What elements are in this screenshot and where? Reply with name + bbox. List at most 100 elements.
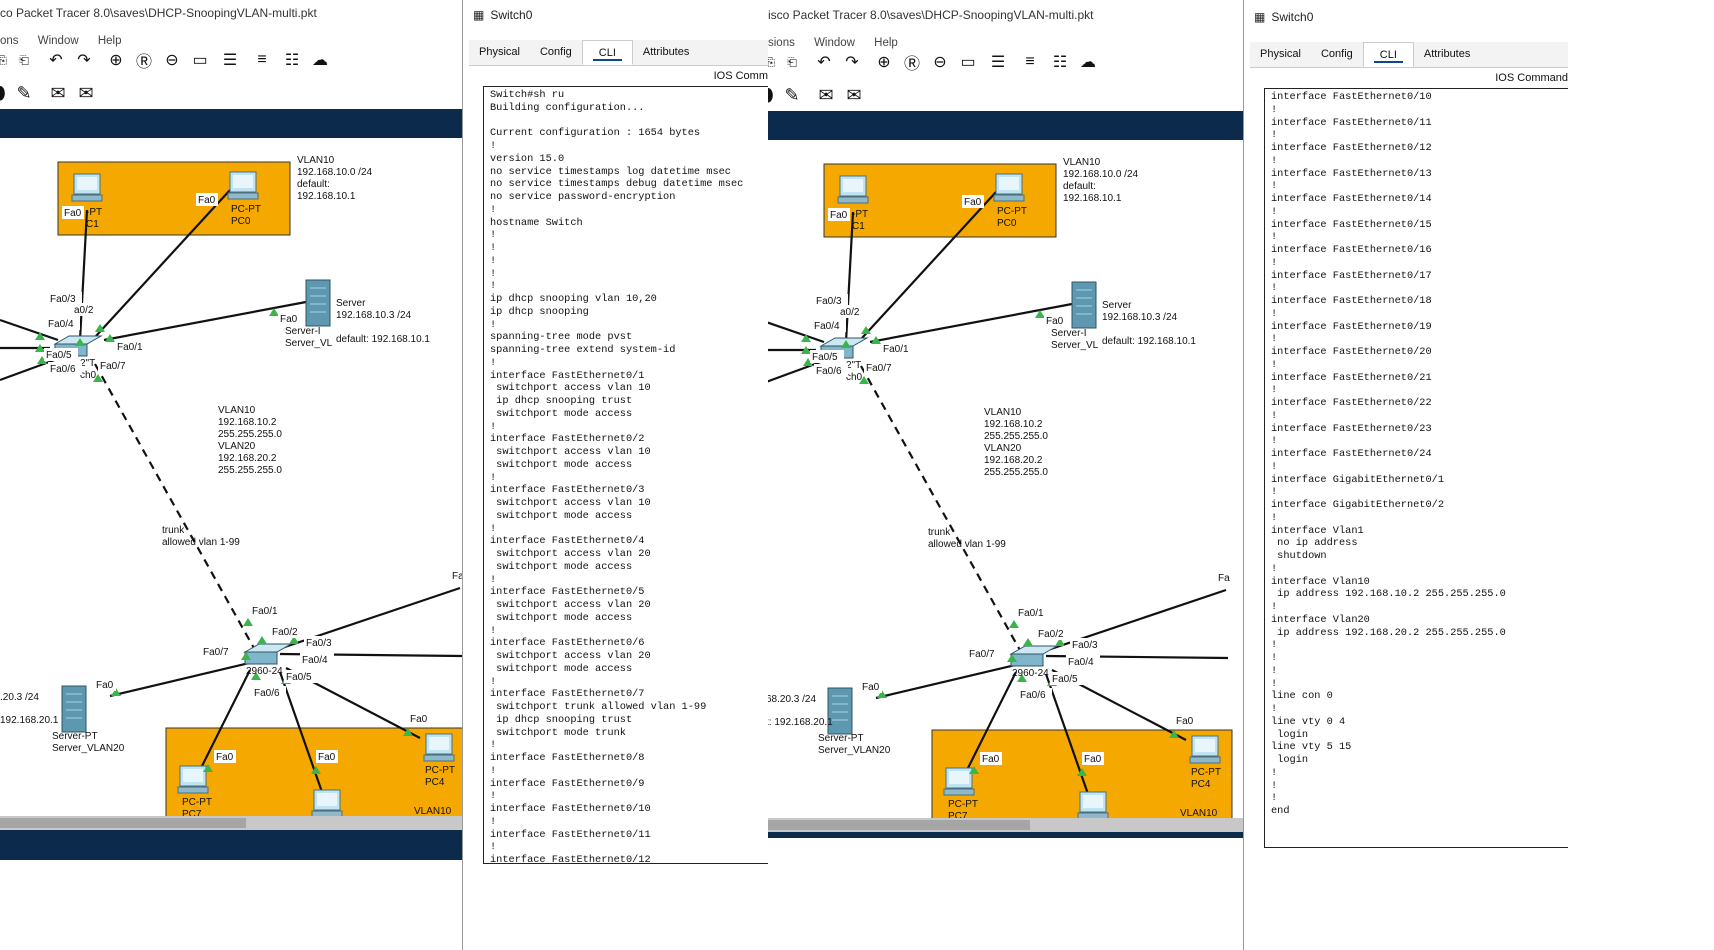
port-label-sw1-fa0-6: Fa0/6 xyxy=(254,688,280,699)
server-vlan20-ip-label: 68.20.3 /24 xyxy=(768,694,816,705)
port-label-server: Fa0 xyxy=(280,314,298,325)
port-label-a0-2: a0/2 xyxy=(74,305,94,316)
server-vlan10-device xyxy=(305,279,331,327)
port-label-pc0: Fa0 xyxy=(198,195,216,206)
cloud-icon[interactable]: ☁ xyxy=(1076,51,1100,73)
port-label-sw1-fa0-7: Fa0/7 xyxy=(969,649,995,660)
zoom-out-icon[interactable]: ⊖ xyxy=(928,51,952,73)
trunk-label: trunk allowed vlan 1-99 xyxy=(162,525,240,548)
undo-icon[interactable]: ↶ xyxy=(44,49,68,71)
menu-extensions[interactable]: sions xyxy=(768,37,795,49)
envelope-icon[interactable]: ✉ xyxy=(46,82,70,104)
zoom-out-icon[interactable]: ⊖ xyxy=(160,49,184,71)
port-label-a0-2: a0/2 xyxy=(840,307,860,318)
port-label-sw1-fa0-6: Fa0/6 xyxy=(1020,690,1046,701)
link-server-switch0 xyxy=(869,302,1073,344)
tab-physical[interactable]: Physical xyxy=(469,40,530,65)
pc1-device-screen xyxy=(843,179,863,192)
zoom-reset-icon[interactable]: Ⓡ xyxy=(132,49,156,71)
tab-attributes[interactable]: Attributes xyxy=(1414,42,1480,67)
paste-icon[interactable]: ⎗ xyxy=(12,49,36,71)
switch1-device xyxy=(1010,653,1044,667)
pc1-device-keyboard xyxy=(71,194,103,202)
port-label-offscreen: Fa xyxy=(452,571,462,582)
port-label-fa0-7: Fa0/7 xyxy=(100,361,126,372)
horizontal-scrollbar[interactable] xyxy=(768,818,1243,832)
cloud-icon[interactable]: ☁ xyxy=(308,49,332,71)
logical-workspace[interactable]: VLAN10 192.168.10.0 /24 default: 192.168.10… xyxy=(0,138,462,816)
menu-extensions[interactable]: ons xyxy=(0,35,19,47)
cli-window-title: ▦ Switch0 xyxy=(1254,10,1314,24)
menu-window[interactable]: Window xyxy=(814,37,855,49)
pt-menubar: ons Window Help xyxy=(0,35,138,47)
freeform-icon[interactable]: ✎ xyxy=(12,82,36,104)
pc4-device-keyboard xyxy=(423,754,455,762)
zoom-in-icon[interactable]: ⊕ xyxy=(872,51,896,73)
switch1-device xyxy=(244,651,278,665)
port-label-fa0-5: Fa0/5 xyxy=(812,352,838,363)
ios-console[interactable]: Switch#sh ru Building configuration... C… xyxy=(483,86,768,864)
pc4-device-keyboard xyxy=(1189,756,1221,764)
tab-attributes[interactable]: Attributes xyxy=(633,40,699,65)
left-screenshot: co Packet Tracer 8.0\saves\DHCP-Snooping… xyxy=(0,0,768,950)
tab-physical[interactable]: Physical xyxy=(1250,42,1311,67)
open-envelope-icon[interactable]: ✉ xyxy=(842,84,866,106)
paste-icon[interactable]: ⎗ xyxy=(780,51,804,73)
palette-icon[interactable]: ☰ xyxy=(218,49,242,71)
port-arrow xyxy=(243,618,253,626)
menu-help[interactable]: Help xyxy=(874,37,898,49)
port-label-sw1-fa0-3: Fa0/3 xyxy=(306,638,332,649)
ios-command-line-header: IOS Comm xyxy=(713,70,768,82)
port-label-offscreen: Fa xyxy=(1218,573,1230,584)
port-label-pc: Fa0 xyxy=(318,752,336,763)
network-icon[interactable]: ☷ xyxy=(280,49,304,71)
vlan10-subnet-label: VLAN10 192.168.10.0 /24 default: 192.168.10… xyxy=(297,155,373,202)
vlan10-bottom-label: VLAN10 xyxy=(1180,808,1218,818)
open-envelope-icon[interactable]: ✉ xyxy=(74,82,98,104)
undo-icon[interactable]: ↶ xyxy=(812,51,836,73)
notes-icon[interactable]: ≡ xyxy=(250,49,274,71)
envelope-icon[interactable]: ✉ xyxy=(814,84,838,106)
switch1-name-label: 2960-24 xyxy=(1012,668,1049,679)
port-label-fa0-4: Fa0/4 xyxy=(814,321,840,332)
port-label-sw1-fa0-7: Fa0/7 xyxy=(203,647,229,658)
zoom-in-icon[interactable]: ⊕ xyxy=(104,49,128,71)
packet-tracer-window: isco Packet Tracer 8.0\saves\DHCP-Snoopi… xyxy=(768,0,1243,950)
tab-config[interactable]: Config xyxy=(1311,42,1363,67)
network-icon[interactable]: ☷ xyxy=(1048,51,1072,73)
port-label-pc4: Fa0 xyxy=(1176,716,1194,727)
switch-svi-label: VLAN10 192.168.10.2 255.255.255.0 VLAN20 192… xyxy=(218,405,282,476)
topology-diagram: VLAN10 192.168.10.0 /24 default: 192.168.10… xyxy=(0,155,462,816)
zoom-reset-icon[interactable]: Ⓡ xyxy=(900,51,924,73)
port-arrow xyxy=(1009,620,1019,628)
tab-cli[interactable]: CLI xyxy=(1362,42,1414,67)
port-label-fa0-7: Fa0/7 xyxy=(866,363,892,374)
ios-console[interactable]: interface FastEthernet0/10 ! interface F… xyxy=(1264,88,1568,848)
tab-cli[interactable]: CLI xyxy=(581,40,633,65)
port-label-fa0-4: Fa0/4 xyxy=(48,319,74,330)
topology-diagram: VLAN10 192.168.10.0 /24 default: 192.168.10… xyxy=(768,157,1233,818)
horizontal-scrollbar[interactable] xyxy=(0,816,462,830)
fit-icon[interactable]: ▭ xyxy=(188,49,212,71)
port-label-server-vlan20: Fa0 xyxy=(862,682,880,693)
tab-config[interactable]: Config xyxy=(530,40,582,65)
redo-icon[interactable]: ↷ xyxy=(840,51,864,73)
logical-workspace[interactable]: VLAN10 192.168.10.0 /24 default: 192.168.10… xyxy=(768,140,1243,818)
fit-icon[interactable]: ▭ xyxy=(956,51,980,73)
ellipse-icon[interactable]: ⬮ xyxy=(0,82,12,104)
palette-icon[interactable]: ☰ xyxy=(986,51,1010,73)
notes-icon[interactable]: ≡ xyxy=(1018,51,1042,73)
port-label-sw1-fa0-4: Fa0/4 xyxy=(302,655,328,666)
menu-help[interactable]: Help xyxy=(98,35,122,47)
port-label-pc4: Fa0 xyxy=(410,714,428,725)
switch-icon: ▦ xyxy=(473,8,485,22)
ellipse-icon[interactable]: ⬮ xyxy=(768,84,780,106)
menu-window[interactable]: Window xyxy=(38,35,79,47)
server-vlan20-gw-label: t: 192.168.20.1 xyxy=(768,717,833,728)
switch0-cli-window: ▦ Switch0 Physical Config CLI Attributes … xyxy=(462,0,768,950)
port-label-sw1-fa0-1: Fa0/1 xyxy=(252,606,278,617)
redo-icon[interactable]: ↷ xyxy=(72,49,96,71)
switch-icon: ▦ xyxy=(1254,10,1266,24)
freeform-icon[interactable]: ✎ xyxy=(780,84,804,106)
port-label-pc1: Fa0 xyxy=(64,208,82,219)
